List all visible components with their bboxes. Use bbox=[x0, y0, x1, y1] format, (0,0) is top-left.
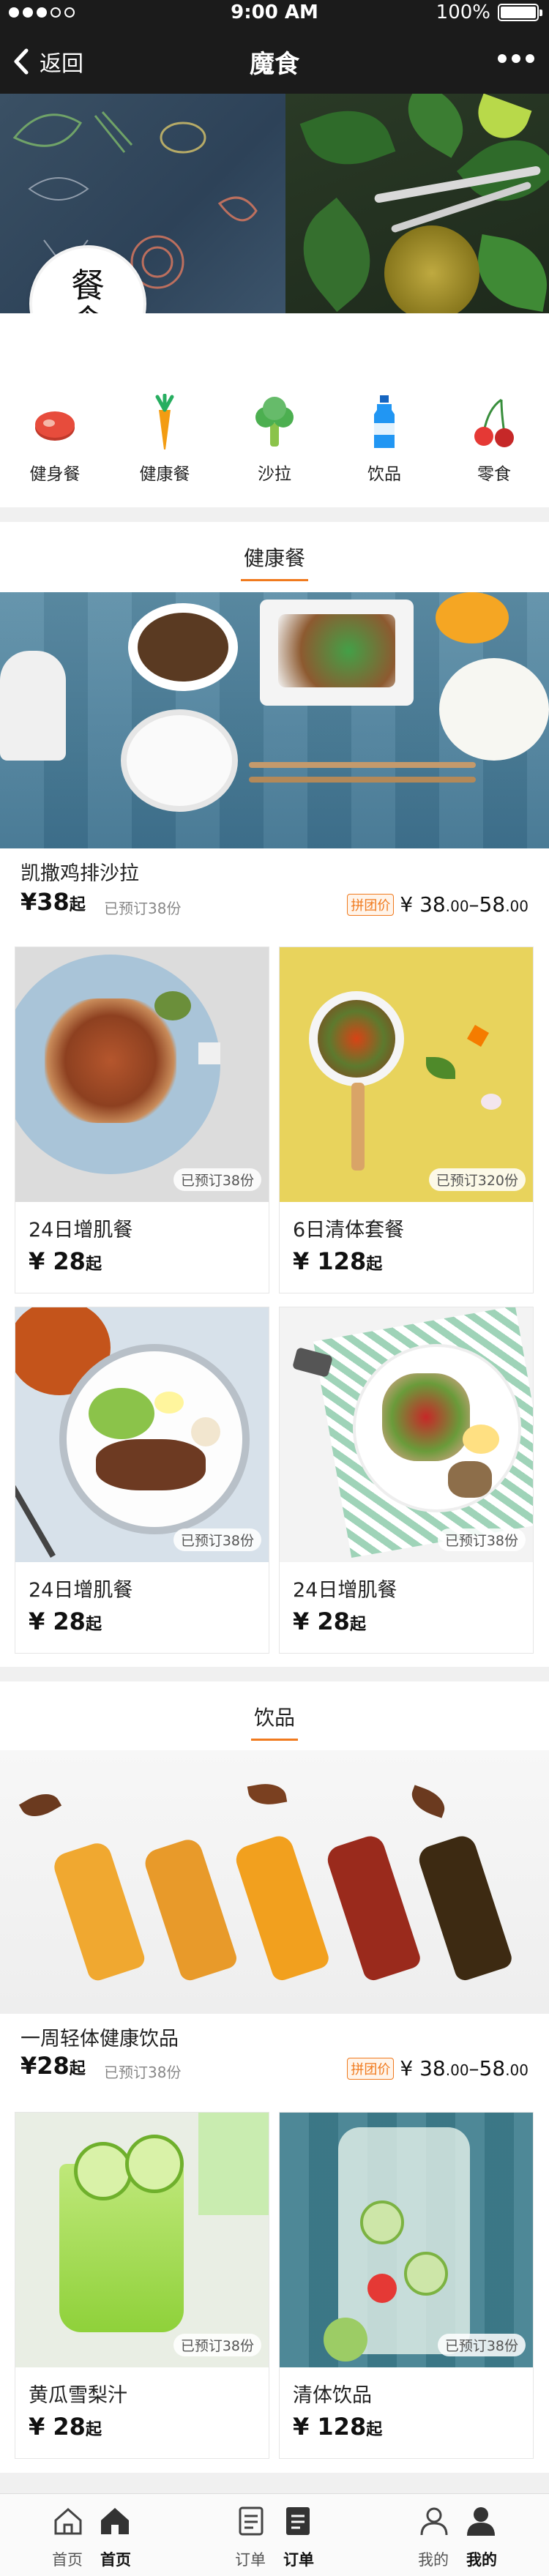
category-label: 沙拉 bbox=[258, 465, 291, 484]
tab-home[interactable]: 首页 首页 bbox=[0, 2494, 183, 2576]
product-image bbox=[280, 947, 533, 1202]
product-price: ¥ 28起 bbox=[29, 2413, 102, 2441]
tab-label: 我的 bbox=[418, 2551, 449, 2569]
product-name: 24日增肌餐 bbox=[29, 1579, 133, 1602]
bottle-icon bbox=[374, 395, 395, 448]
category-label: 健康餐 bbox=[139, 465, 190, 484]
product-card[interactable]: 已预订38份 清体饮品 ¥ 128起 bbox=[279, 2112, 534, 2459]
category-item-healthy-meal[interactable]: 健康餐 bbox=[110, 394, 220, 496]
product-price: ¥38起 bbox=[20, 888, 86, 916]
product-card[interactable]: 已预订38份 黄瓜雪梨汁 ¥ 28起 bbox=[15, 2112, 269, 2459]
tab-label: 我的 bbox=[466, 2551, 497, 2569]
booked-badge: 已预订38份 bbox=[173, 1168, 261, 1191]
home-outline-icon bbox=[54, 2507, 82, 2535]
home-filled-icon bbox=[101, 2508, 129, 2534]
category-item-snacks[interactable]: 零食 bbox=[439, 394, 549, 496]
product-card[interactable]: 已预订38份 24日增肌餐 ¥ 28起 bbox=[15, 947, 269, 1293]
booked-count: 已预订38份 bbox=[104, 900, 182, 917]
hero-image-drinks[interactable] bbox=[0, 1750, 549, 2014]
product-price: ¥ 28起 bbox=[29, 1608, 102, 1635]
booked-badge: 已预订38份 bbox=[437, 1528, 526, 1551]
booked-count: 已预订38份 bbox=[104, 2064, 182, 2081]
back-label: 返回 bbox=[40, 51, 83, 77]
broccoli-icon bbox=[255, 397, 294, 447]
product-image bbox=[15, 2113, 269, 2367]
product-name: 清体饮品 bbox=[293, 2384, 372, 2407]
user-filled-icon bbox=[467, 2507, 495, 2536]
product-price: ¥ 28起 bbox=[29, 1247, 102, 1275]
tab-orders[interactable]: 订单 订单 bbox=[183, 2494, 366, 2576]
product-name[interactable]: 一周轻体健康饮品 bbox=[20, 2023, 179, 2051]
group-price-tag: 拼团价 bbox=[347, 893, 395, 916]
booked-badge: 已预订38份 bbox=[173, 2334, 261, 2356]
category-bar: 健身餐 健康餐 沙拉 饮品 零食 bbox=[0, 313, 549, 507]
order-outline-icon bbox=[239, 2506, 264, 2536]
product-name: 6日清体套餐 bbox=[293, 1219, 405, 1242]
group-price-range: ¥ 38.00–58.00 bbox=[400, 2056, 529, 2080]
order-filled-icon bbox=[286, 2507, 310, 2535]
booked-badge: 已预订38份 bbox=[437, 2334, 526, 2356]
product-price: ¥28起 bbox=[20, 2052, 86, 2080]
section-title: 饮品 bbox=[0, 1702, 549, 1741]
category-item-drinks[interactable]: 饮品 bbox=[329, 394, 439, 496]
product-price: ¥ 28起 bbox=[293, 1608, 366, 1635]
product-name: 黄瓜雪梨汁 bbox=[29, 2384, 127, 2407]
product-card[interactable]: 已预订38份 24日增肌餐 ¥ 28起 bbox=[279, 1307, 534, 1654]
nav-bar: 返回 魔食 bbox=[0, 29, 549, 94]
battery-label: 100% bbox=[436, 1, 490, 23]
category-label: 零食 bbox=[477, 465, 511, 484]
section-drinks: 饮品 一周轻体健康饮品 ¥28起 已预订38份 拼团价 ¥ 38.00–58.0… bbox=[0, 1681, 549, 2473]
more-icon[interactable] bbox=[498, 54, 534, 63]
product-price: ¥ 128起 bbox=[293, 2413, 383, 2441]
chevron-left-icon bbox=[14, 48, 29, 75]
section-title: 健康餐 bbox=[0, 542, 549, 581]
product-card[interactable]: 已预订320份 6日清体套餐 ¥ 128起 bbox=[279, 947, 534, 1293]
tab-label: 首页 bbox=[100, 2551, 131, 2569]
tab-label: 首页 bbox=[52, 2551, 83, 2569]
tab-label: 订单 bbox=[235, 2551, 266, 2569]
product-name[interactable]: 凯撒鸡排沙拉 bbox=[20, 857, 139, 886]
back-button[interactable]: 返回 bbox=[13, 44, 83, 79]
product-card[interactable]: 已预订38份 24日增肌餐 ¥ 28起 bbox=[15, 1307, 269, 1654]
carrot-icon bbox=[155, 394, 174, 449]
group-price: 拼团价 ¥ 38.00–58.00 bbox=[347, 2056, 529, 2080]
group-price-range: ¥ 38.00–58.00 bbox=[400, 892, 529, 916]
steak-icon bbox=[35, 411, 75, 441]
group-price: 拼团价 ¥ 38.00–58.00 bbox=[347, 892, 529, 916]
category-item-salad[interactable]: 沙拉 bbox=[220, 394, 329, 496]
product-name: 24日增肌餐 bbox=[293, 1579, 397, 1602]
product-name: 24日增肌餐 bbox=[29, 1219, 133, 1242]
user-outline-icon bbox=[420, 2507, 448, 2536]
section-healthy-meal: 健康餐 凯撒鸡排沙拉 ¥38起 已预订38份 拼团价 ¥ 38.00–58.00… bbox=[0, 522, 549, 1667]
category-item-fitness-meal[interactable]: 健身餐 bbox=[0, 394, 110, 496]
product-image bbox=[280, 2113, 533, 2367]
product-image bbox=[280, 1307, 533, 1562]
product-image bbox=[15, 947, 269, 1202]
group-price-tag: 拼团价 bbox=[347, 2057, 395, 2080]
status-bar: 9:00 AM 100% bbox=[0, 0, 549, 29]
tab-bar: 首页 首页 订单 订单 我的 我的 bbox=[0, 2493, 549, 2576]
hero-image-salad[interactable] bbox=[0, 592, 549, 848]
product-price: ¥ 128起 bbox=[293, 1247, 383, 1275]
category-label: 饮品 bbox=[367, 465, 401, 484]
product-image bbox=[15, 1307, 269, 1562]
category-label: 健身餐 bbox=[29, 465, 81, 484]
tab-label: 订单 bbox=[283, 2551, 314, 2569]
spinach-image bbox=[280, 94, 549, 313]
tab-profile[interactable]: 我的 我的 bbox=[366, 2494, 549, 2576]
booked-badge: 已预订38份 bbox=[173, 1528, 261, 1551]
booked-badge: 已预订320份 bbox=[428, 1168, 526, 1191]
cherry-icon bbox=[474, 398, 514, 447]
battery-icon bbox=[498, 4, 542, 21]
